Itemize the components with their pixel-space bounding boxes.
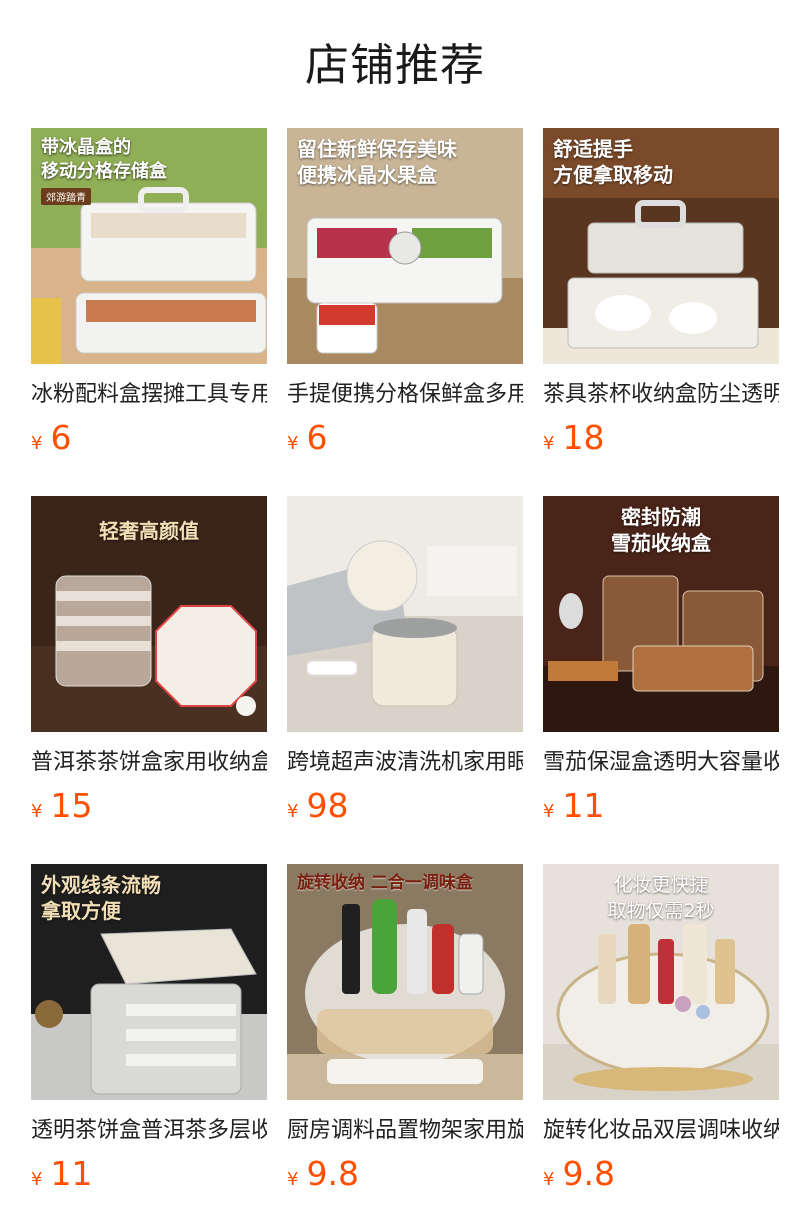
product-name[interactable]: 跨境超声波清洗机家用眼镜 [287,748,523,778]
product-card[interactable]: 跨境超声波清洗机家用眼镜 ¥98 [287,496,523,864]
product-image[interactable]: 舒适提手 方便拿取移动 [543,128,779,364]
product-price: ¥9.8 [287,1154,523,1194]
product-name[interactable]: 手提便携分格保鲜盒多用 [287,380,523,410]
product-image-caption: 外观线条流畅 拿取方便 [41,873,161,923]
price-value: 11 [50,1154,93,1193]
product-card[interactable]: 旋转收纳 二合一调味盒 厨房调料品置物架家用旋转 ¥9.8 [287,864,523,1232]
product-image[interactable]: 留住新鲜保存美味 便携冰晶水果盒 [287,128,523,364]
product-price: ¥18 [543,418,779,458]
product-card[interactable]: 化妆更快捷 取物仅需2秒 旋转化妆品双层调味收纳盒 ¥9.8 [543,864,779,1232]
product-image-badge: 郊游踏青 [41,188,91,205]
product-price: ¥98 [287,786,523,826]
product-image[interactable]: 轻奢高颜值 [31,496,267,732]
currency-symbol: ¥ [287,801,299,822]
product-image[interactable]: 化妆更快捷 取物仅需2秒 [543,864,779,1100]
product-price: ¥15 [31,786,267,826]
price-value: 6 [50,418,72,457]
product-image-caption: 舒适提手 方便拿取移动 [553,137,673,187]
product-image[interactable]: 旋转收纳 二合一调味盒 [287,864,523,1100]
price-value: 98 [306,786,349,825]
price-value: 11 [562,786,605,825]
product-price: ¥6 [31,418,267,458]
currency-symbol: ¥ [31,433,43,454]
currency-symbol: ¥ [31,1169,43,1190]
currency-symbol: ¥ [543,433,555,454]
product-image[interactable]: 密封防潮 雪茄收纳盒 [543,496,779,732]
currency-symbol: ¥ [543,801,555,822]
product-card[interactable]: 舒适提手 方便拿取移动 茶具茶杯收纳盒防尘透明 ¥18 [543,128,779,496]
product-card[interactable]: 轻奢高颜值 普洱茶茶饼盒家用收纳盒 ¥15 [31,496,267,864]
product-image-caption: 留住新鲜保存美味 便携冰晶水果盒 [297,137,457,187]
product-card[interactable]: 密封防潮 雪茄收纳盒 雪茄保湿盒透明大容量收纳 ¥11 [543,496,779,864]
product-image-caption: 轻奢高颜值 [99,519,199,543]
price-value: 9.8 [562,1154,615,1193]
price-value: 6 [306,418,328,457]
product-name[interactable]: 旋转化妆品双层调味收纳盒 [543,1116,779,1146]
product-image-caption: 密封防潮 雪茄收纳盒 [611,505,711,555]
product-image-caption: 旋转收纳 二合一调味盒 [297,873,473,893]
product-name[interactable]: 雪茄保湿盒透明大容量收纳 [543,748,779,778]
product-price: ¥6 [287,418,523,458]
product-name[interactable]: 普洱茶茶饼盒家用收纳盒 [31,748,267,778]
product-image[interactable] [287,496,523,732]
price-value: 18 [562,418,605,457]
store-recommendations-page: 店铺推荐 带冰晶盒的 移动分格存储盒 郊游踏青 冰粉配料盒摆摊工具专用 ¥ 6 … [0,0,790,1232]
product-image[interactable]: 外观线条流畅 拿取方便 [31,864,267,1100]
product-grid: 带冰晶盒的 移动分格存储盒 郊游踏青 冰粉配料盒摆摊工具专用 ¥6 留住新鲜保存… [31,128,779,1232]
product-name[interactable]: 茶具茶杯收纳盒防尘透明 [543,380,779,410]
price-value: 9.8 [306,1154,359,1193]
page-title: 店铺推荐 [305,40,485,91]
currency-symbol: ¥ [543,1169,555,1190]
currency-symbol: ¥ [287,1169,299,1190]
product-card[interactable]: 外观线条流畅 拿取方便 透明茶饼盒普洱茶多层收纳 ¥11 [31,864,267,1232]
product-price: ¥11 [31,1154,267,1194]
product-name[interactable]: 厨房调料品置物架家用旋转 [287,1116,523,1146]
product-price: ¥11 [543,786,779,826]
product-name[interactable]: 透明茶饼盒普洱茶多层收纳 [31,1116,267,1146]
currency-symbol: ¥ [31,801,43,822]
product-image[interactable]: 带冰晶盒的 移动分格存储盒 郊游踏青 [31,128,267,364]
product-image-caption: 带冰晶盒的 移动分格存储盒 [41,137,167,182]
price-value: 15 [50,786,93,825]
product-card[interactable]: 带冰晶盒的 移动分格存储盒 郊游踏青 冰粉配料盒摆摊工具专用 ¥6 [31,128,267,496]
product-image-caption: 化妆更快捷 取物仅需2秒 [607,874,715,922]
product-price: ¥9.8 [543,1154,779,1194]
product-card[interactable]: 留住新鲜保存美味 便携冰晶水果盒 手提便携分格保鲜盒多用 ¥6 [287,128,523,496]
currency-symbol: ¥ [287,433,299,454]
product-name[interactable]: 冰粉配料盒摆摊工具专用 [31,380,267,410]
